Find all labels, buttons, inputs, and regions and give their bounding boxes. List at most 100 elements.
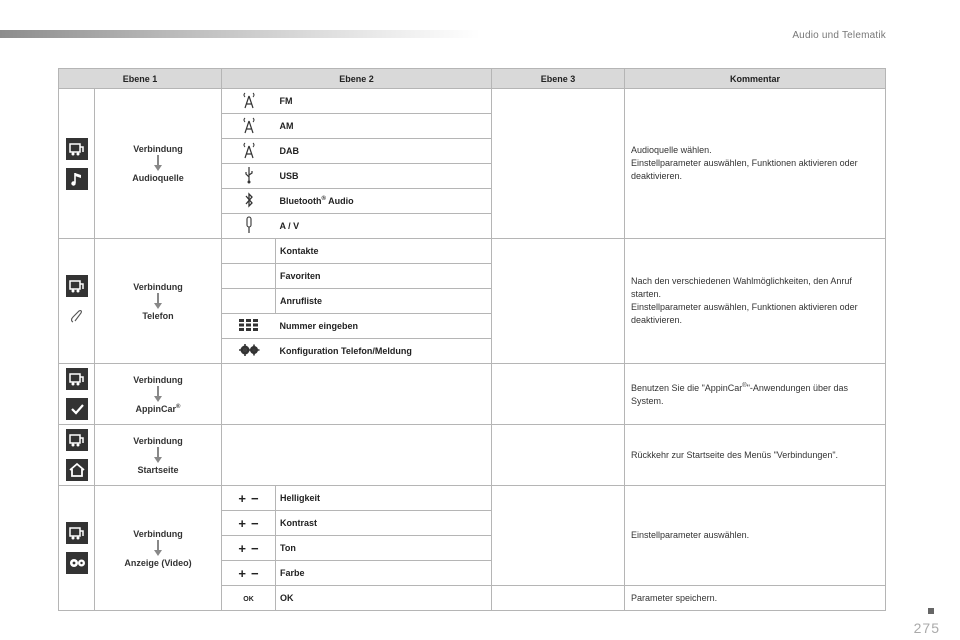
ok-glyph: OK	[243, 596, 254, 603]
comment-line: Nach den verschiedenen Wahlmöglichkeiten…	[631, 276, 852, 299]
level1-icons-cell	[58, 88, 95, 239]
home-icon	[65, 459, 88, 481]
comment-cell: Audioquelle wählen. Einstellparameter au…	[624, 88, 887, 239]
level1-bottom-label: Anzeige (Video)	[124, 557, 192, 568]
level3-cell	[491, 363, 626, 425]
level2-item: FM	[275, 88, 493, 114]
arrow-down-icon	[95, 385, 221, 403]
level2-icon-cell	[221, 263, 277, 289]
level2-item: Kontakte	[275, 238, 493, 264]
plus-minus-icons: + −	[221, 510, 277, 536]
level1-cell-startseite: Verbindung Startseite	[93, 424, 223, 486]
level3-cell	[491, 238, 626, 364]
level2-item: Nummer eingeben	[275, 313, 493, 339]
comment-cell: Einstellparameter auswählen.	[624, 485, 887, 586]
level1-icons-cell	[58, 363, 95, 425]
section-title: Audio und Telematik	[792, 30, 886, 41]
connection-icon	[65, 368, 88, 390]
column-header-comment: Kommentar	[624, 68, 887, 89]
plus-icon: +	[238, 490, 246, 506]
page-marker	[928, 608, 934, 614]
level3-cell	[491, 485, 626, 586]
table-row: Verbindung Audioquelle FM Audioquelle wä…	[58, 88, 887, 239]
antenna-icon	[221, 88, 276, 114]
plus-icon: +	[238, 565, 246, 581]
level2-item: Konfiguration Telefon/Meldung	[275, 338, 493, 364]
comment-cell: Parameter speichern.	[624, 585, 887, 611]
minus-icon: −	[251, 565, 259, 581]
minus-icon: −	[251, 515, 259, 531]
comment-line: Audioquelle wählen.	[631, 145, 712, 155]
level2-item: Anrufliste	[275, 288, 493, 314]
level1-top-label: Verbindung	[133, 281, 183, 292]
ok-icon: OK	[221, 585, 277, 611]
keypad-icon	[221, 313, 276, 339]
level2-item: Kontrast	[275, 510, 493, 536]
header-gradient-bar	[0, 30, 480, 38]
gears-icon	[221, 338, 276, 364]
level3-cell	[491, 585, 626, 611]
comment-text-a: Benutzen Sie die "AppinCar	[631, 383, 743, 393]
level2-cell	[221, 424, 493, 486]
antenna-icon	[221, 113, 276, 139]
level1-cell-telefon: Verbindung Telefon	[93, 238, 223, 364]
level3-cell	[491, 424, 626, 486]
level2-cell	[221, 363, 493, 425]
phone-handset-icon	[65, 305, 88, 327]
comment-line: Einstellparameter auswählen, Funktionen …	[631, 302, 858, 325]
antenna-icon	[221, 138, 276, 164]
level2-item: USB	[275, 163, 493, 189]
usb-icon	[221, 163, 276, 189]
level1-bottom-label: Startseite	[137, 464, 179, 475]
level2-label: Bluetooth	[279, 196, 322, 206]
level1-cell-appincar: Verbindung AppinCar®	[93, 363, 223, 425]
level2-item-bluetooth: Bluetooth® Audio	[275, 188, 493, 214]
comment-cell: Rückkehr zur Startseite des Menüs "Verbi…	[624, 424, 887, 486]
level3-cell	[491, 88, 626, 239]
plus-minus-icons: + −	[221, 485, 277, 511]
comment-cell: Nach den verschiedenen Wahlmöglichkeiten…	[624, 238, 887, 364]
plus-icon: +	[238, 515, 246, 531]
level2-item: OK	[275, 585, 493, 611]
connection-icon	[65, 429, 88, 451]
level1-cell-audio: Verbindung Audioquelle	[93, 88, 223, 239]
plus-minus-icons: + −	[221, 560, 277, 586]
level2-item: Ton	[275, 535, 493, 561]
level1-top-label: Verbindung	[133, 144, 183, 154]
level2-icon-cell	[221, 238, 277, 264]
bluetooth-icon	[221, 188, 276, 214]
table-row: Verbindung Startseite Rückkehr zur Start…	[58, 424, 887, 486]
plus-minus-icons: + −	[221, 535, 277, 561]
level1-bottom-label: Telefon	[142, 310, 174, 321]
level2-item: Farbe	[275, 560, 493, 586]
menu-table: Ebene 1 Ebene 2 Ebene 3 Kommentar Verbin…	[57, 68, 887, 611]
arrow-down-icon	[95, 539, 221, 557]
level1-icons-cell	[58, 238, 95, 364]
column-header-level2: Ebene 2	[221, 68, 493, 89]
level1-icons-cell	[58, 485, 95, 611]
level2-label-suffix: Audio	[325, 196, 354, 206]
plus-icon: +	[238, 540, 246, 556]
comment-cell: Benutzen Sie die "AppinCar®"-Anwendungen…	[624, 363, 887, 425]
aux-jack-icon	[221, 213, 276, 239]
gears-icon	[65, 552, 88, 574]
level1-cell-video: Verbindung Anzeige (Video)	[93, 485, 223, 611]
table-row: Verbindung Anzeige (Video) + − Helligkei…	[58, 485, 887, 611]
level1-top-label: Verbindung	[133, 528, 183, 539]
level2-item: Favoriten	[275, 263, 493, 289]
table-header-row: Ebene 1 Ebene 2 Ebene 3 Kommentar	[57, 68, 887, 89]
registered-mark: ®	[176, 403, 181, 410]
connection-icon	[65, 522, 88, 544]
table-row: Verbindung Telefon Kontakte Nach den ver…	[58, 238, 887, 364]
minus-icon: −	[251, 540, 259, 556]
level2-item: AM	[275, 113, 493, 139]
arrow-down-icon	[95, 446, 221, 464]
checkmark-icon	[65, 398, 88, 420]
column-header-level3: Ebene 3	[491, 68, 626, 89]
level1-top-label: Verbindung	[133, 435, 183, 446]
table-row: Verbindung AppinCar® Benutzen Sie die "A…	[58, 363, 887, 425]
page-number: 275	[913, 620, 940, 636]
column-header-level1: Ebene 1	[57, 68, 223, 89]
connection-icon	[65, 275, 88, 297]
level1-bottom-label-wrap: AppinCar®	[95, 404, 221, 414]
